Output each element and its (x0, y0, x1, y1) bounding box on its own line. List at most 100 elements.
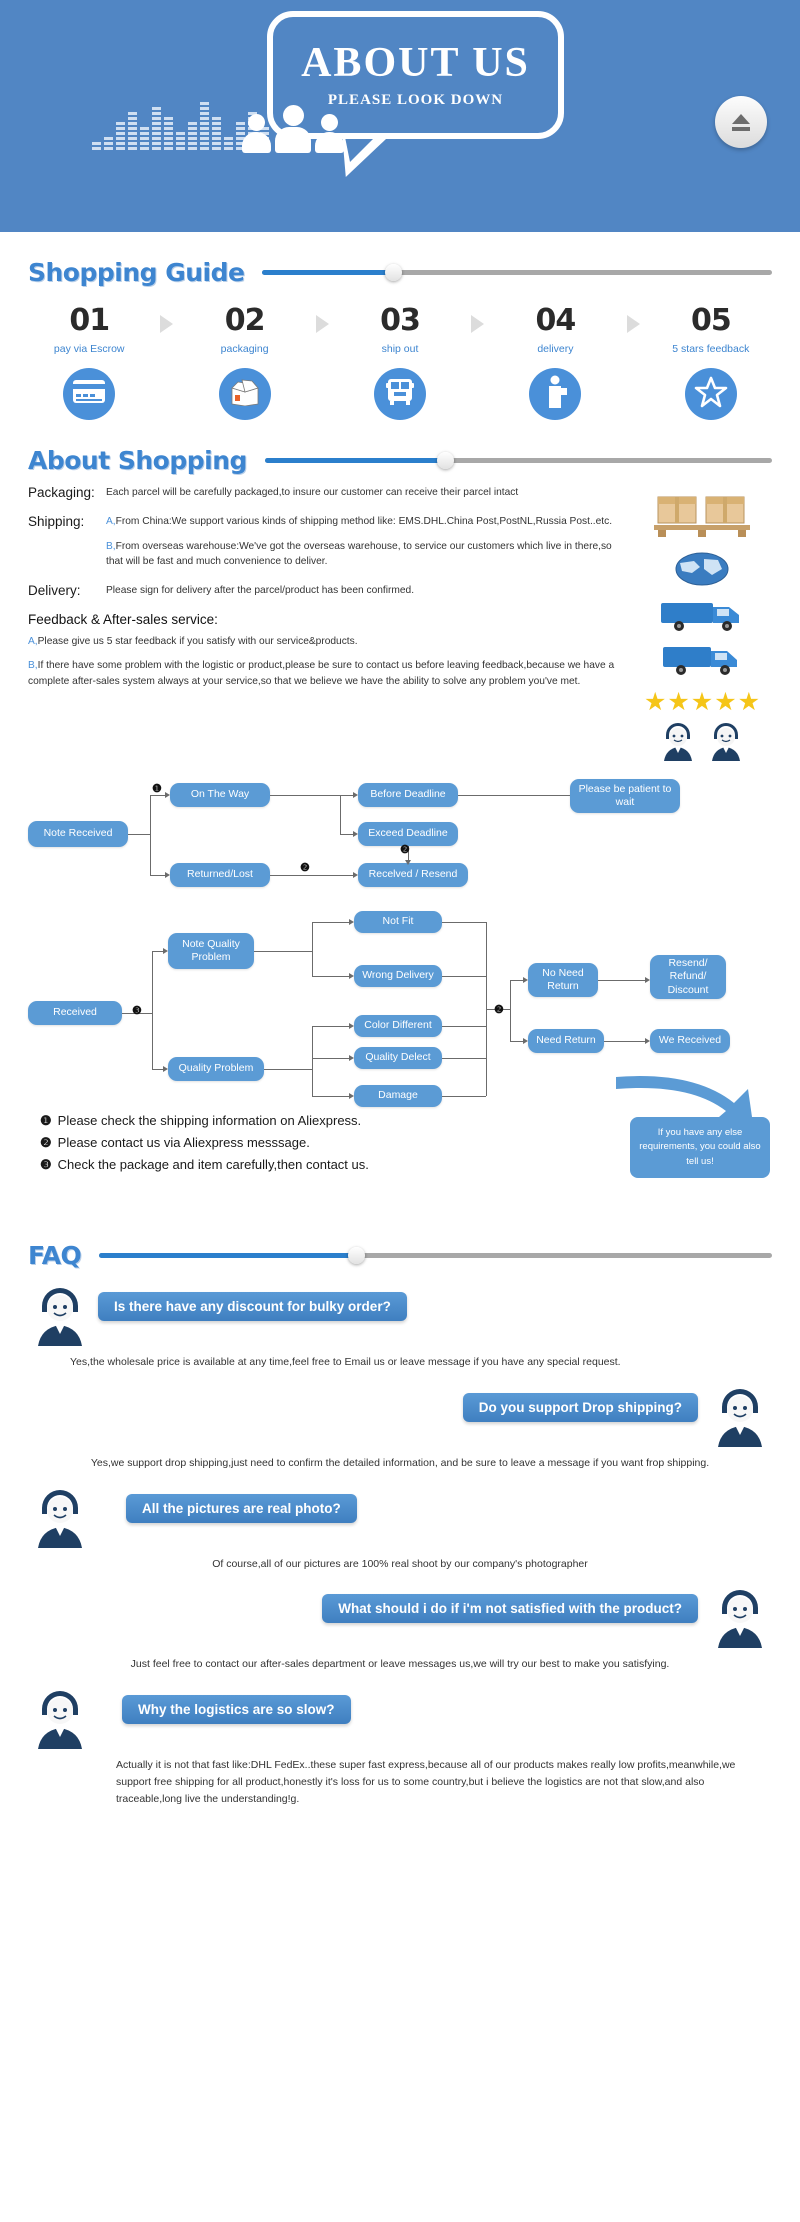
flow-marker-2: ❷ (494, 1004, 504, 1016)
faq-answer: Actually it is not that fast like:DHL Fe… (116, 1759, 736, 1805)
slider-fill (99, 1253, 362, 1258)
flow-marker-2b: ❷ (300, 862, 310, 874)
flow-node-resend-refund-discount: Resend/ Refund/ Discount (650, 955, 726, 999)
flow-node-note-quality-problem: Note Quality Problem (168, 933, 254, 969)
credit-card-icon (73, 380, 106, 408)
progress-slider[interactable] (264, 452, 772, 470)
globe-icon (632, 551, 772, 592)
flow-line (312, 922, 349, 923)
flow-arrow (349, 1092, 354, 1099)
shipping-label: Shipping: (28, 513, 85, 529)
flow-node-before-deadline: Before Deadline (358, 783, 458, 807)
faq-question-wrap: Why the logistics are so slow? (92, 1687, 351, 1725)
flow-node-color-different: Color Different (354, 1015, 442, 1037)
flow-line (510, 980, 511, 1041)
eq-bar (200, 102, 209, 150)
agent-icon (712, 723, 740, 761)
bus-icon (384, 377, 416, 411)
flow-line (312, 1058, 349, 1059)
note-text: Please contact us via Aliexpress messsag… (57, 1135, 310, 1150)
flow-node-quality-delect: Quality Delect (354, 1047, 442, 1069)
note-text: Please check the shipping information on… (57, 1113, 362, 1128)
delivery-text: Please sign for delivery after the parce… (106, 585, 415, 597)
flow-line (152, 951, 163, 952)
about-text-column: Packaging: Each parcel will be carefully… (28, 485, 632, 761)
feedback-a: A,Please give us 5 star feedback if you … (28, 634, 622, 650)
flow-marker-1: ❶ (152, 783, 162, 795)
note-bullet: ❸ (40, 1157, 52, 1172)
faq-answer: Yes,the wholesale price is available at … (70, 1356, 621, 1368)
faq-question[interactable]: Do you support Drop shipping? (462, 1392, 698, 1422)
progress-slider[interactable] (99, 1247, 772, 1265)
step-label: 5 stars feedback (672, 343, 750, 355)
note-bullet: ❶ (40, 1113, 52, 1128)
faq-header: FAQ (0, 1241, 800, 1270)
shipping-b-mark: B, (106, 540, 116, 552)
flow-line (150, 875, 165, 876)
feedback-b: B,If there have some problem with the lo… (28, 658, 622, 690)
flow-line (340, 834, 353, 835)
flow-arrow (163, 1065, 168, 1072)
flow-arrow (404, 860, 411, 865)
flow-arrow (523, 1037, 528, 1044)
section-title-faq: FAQ (28, 1241, 82, 1270)
page-title: ABOUT US (301, 39, 530, 86)
flow-arrow (645, 1037, 650, 1044)
faq-row: What should i do if i'm not satisfied wi… (28, 1586, 772, 1649)
slider-fill (262, 270, 395, 275)
faq-question[interactable]: Is there have any discount for bulky ord… (98, 1292, 407, 1321)
delivery-row: Delivery: Please sign for delivery after… (28, 583, 622, 599)
flow-line (312, 976, 349, 977)
step-arrow-icon (626, 315, 640, 333)
faq-item: All the pictures are real photo? Of cour… (0, 1486, 800, 1573)
flow-line (312, 922, 313, 976)
note-text: Check the package and item carefully,the… (57, 1157, 369, 1172)
slider-knob[interactable] (348, 1247, 366, 1264)
flow-line (152, 951, 153, 1069)
step-icon-circle (529, 368, 582, 420)
flow-line (340, 795, 341, 834)
flow-node-not-fit: Not Fit (354, 911, 442, 933)
progress-slider[interactable] (262, 264, 772, 282)
flow-line (442, 1096, 486, 1097)
flow-arrow (163, 947, 168, 954)
eq-bar (188, 122, 197, 150)
eject-button[interactable] (715, 96, 767, 148)
step-label: delivery (537, 343, 574, 355)
star-icon: ★ (643, 688, 667, 716)
shipping-option-a: A,From China:We support various kinds of… (106, 514, 622, 530)
step-arrow-icon (471, 315, 485, 333)
faq-row: Why the logistics are so slow? (28, 1687, 772, 1750)
flow-line (150, 795, 151, 875)
open-box-icon (228, 378, 262, 411)
eq-bar (104, 137, 113, 150)
flow-line (150, 795, 165, 796)
feedback-b-mark: B, (28, 659, 38, 671)
eq-bar (92, 142, 101, 150)
faq-question[interactable]: What should i do if i'm not satisfied wi… (322, 1594, 698, 1624)
flowchart-shipping-status: Note Received On The Way Returned/Lost B… (0, 775, 800, 895)
faq-row: All the pictures are real photo? (28, 1486, 772, 1548)
flow-line (604, 1041, 645, 1042)
eq-bar (128, 112, 137, 150)
speech-bubble: ABOUT US PLEASE LOOK DOWN (267, 11, 564, 139)
faq-question[interactable]: Why the logistics are so slow? (122, 1695, 351, 1725)
flow-arrow (165, 791, 170, 798)
slider-knob[interactable] (384, 264, 402, 281)
step-number: 05 (690, 303, 732, 338)
faq-row: Is there have any discount for bulky ord… (28, 1284, 772, 1346)
step-icon-circle (63, 368, 116, 420)
step-item: 04 delivery (484, 303, 626, 420)
about-image-column: ★ ★ ★ ★ ★ (632, 485, 772, 761)
shipping-b-text: From overseas warehouse:We've got the ov… (106, 540, 612, 568)
faq-question[interactable]: All the pictures are real photo? (126, 1493, 357, 1523)
star-icon: ★ (667, 688, 690, 716)
faq-answer: Yes,we support drop shipping,just need t… (90, 1456, 710, 1469)
step-item: 03 ship out (329, 303, 471, 420)
flow-node-received-resend: Recelved / Resend (358, 863, 468, 887)
flow-marker-3: ❸ (132, 1005, 142, 1017)
hero-banner: ABOUT US PLEASE LOOK DOWN (0, 0, 800, 232)
slider-knob[interactable] (437, 452, 455, 469)
about-us-infographic: ABOUT US PLEASE LOOK DOWN Shopping Guide… (0, 0, 800, 1830)
page-subtitle: PLEASE LOOK DOWN (327, 91, 504, 108)
